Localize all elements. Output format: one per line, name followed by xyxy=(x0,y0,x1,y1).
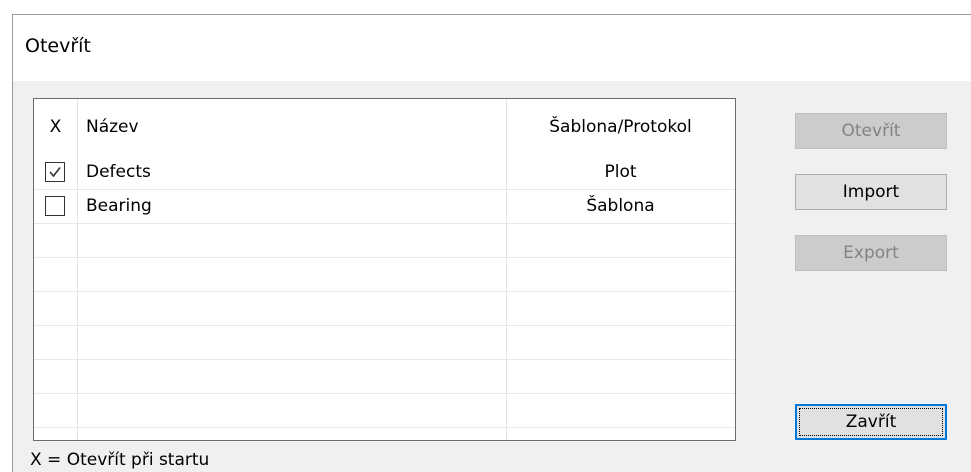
dialog-title-bar: Otevřít xyxy=(13,15,971,81)
list-item-checkbox-cell xyxy=(34,326,77,359)
list-item[interactable]: Defects Plot xyxy=(34,156,735,190)
list-item-checkbox-cell xyxy=(34,258,77,291)
open-button[interactable]: Otevřít xyxy=(795,113,947,149)
list-item-name xyxy=(77,224,506,257)
list-item-name xyxy=(77,258,506,291)
focus-rectangle xyxy=(799,408,943,436)
list-item-type: Plot xyxy=(604,162,637,182)
list-item-name xyxy=(77,360,506,393)
list-item-type xyxy=(506,394,735,427)
list-item-name xyxy=(77,394,506,427)
list-item-type xyxy=(506,224,735,257)
list-item-empty xyxy=(34,224,735,258)
export-button[interactable]: Export xyxy=(795,235,947,271)
list-item-name xyxy=(77,292,506,325)
column-header-type[interactable]: Šablona/Protokol xyxy=(506,99,735,156)
checkbox-checked[interactable] xyxy=(45,162,65,182)
list-item[interactable]: Bearing Šablona xyxy=(34,190,735,224)
list-item-empty xyxy=(34,360,735,394)
checkbox-unchecked[interactable] xyxy=(45,196,65,216)
dialog-title: Otevřít xyxy=(25,35,91,57)
list-item-empty xyxy=(34,292,735,326)
import-button[interactable]: Import xyxy=(795,174,947,210)
list-item-type xyxy=(506,258,735,291)
open-dialog: Otevřít X Název Šablona/Protokol Defects… xyxy=(12,14,971,472)
close-button[interactable]: Zavřít xyxy=(795,404,947,440)
legend-note: X = Otevřít při startu xyxy=(30,450,210,470)
checkmark-icon xyxy=(49,167,61,178)
list-item-checkbox-cell xyxy=(34,360,77,393)
list-item-name: Bearing xyxy=(86,196,152,216)
list-item-empty xyxy=(34,258,735,292)
list-item-checkbox-cell xyxy=(34,156,77,189)
column-header-name[interactable]: Název xyxy=(77,99,506,156)
items-list[interactable]: X Název Šablona/Protokol Defects Plot Bear… xyxy=(33,98,736,441)
column-header-x[interactable]: X xyxy=(34,99,77,156)
list-item-name xyxy=(77,326,506,359)
list-item-name: Defects xyxy=(86,162,151,182)
list-item-empty xyxy=(34,394,735,428)
list-item-type xyxy=(506,326,735,359)
list-item-checkbox-cell xyxy=(34,190,77,223)
list-item-type xyxy=(506,292,735,325)
list-header: X Název Šablona/Protokol xyxy=(34,99,735,156)
list-item-checkbox-cell xyxy=(34,292,77,325)
list-item-checkbox-cell xyxy=(34,394,77,427)
list-item-checkbox-cell xyxy=(34,224,77,257)
list-item-empty xyxy=(34,326,735,360)
list-item-type: Šablona xyxy=(586,196,655,216)
list-item-type xyxy=(506,360,735,393)
list-rows: Defects Plot Bearing Šablona xyxy=(34,156,735,428)
